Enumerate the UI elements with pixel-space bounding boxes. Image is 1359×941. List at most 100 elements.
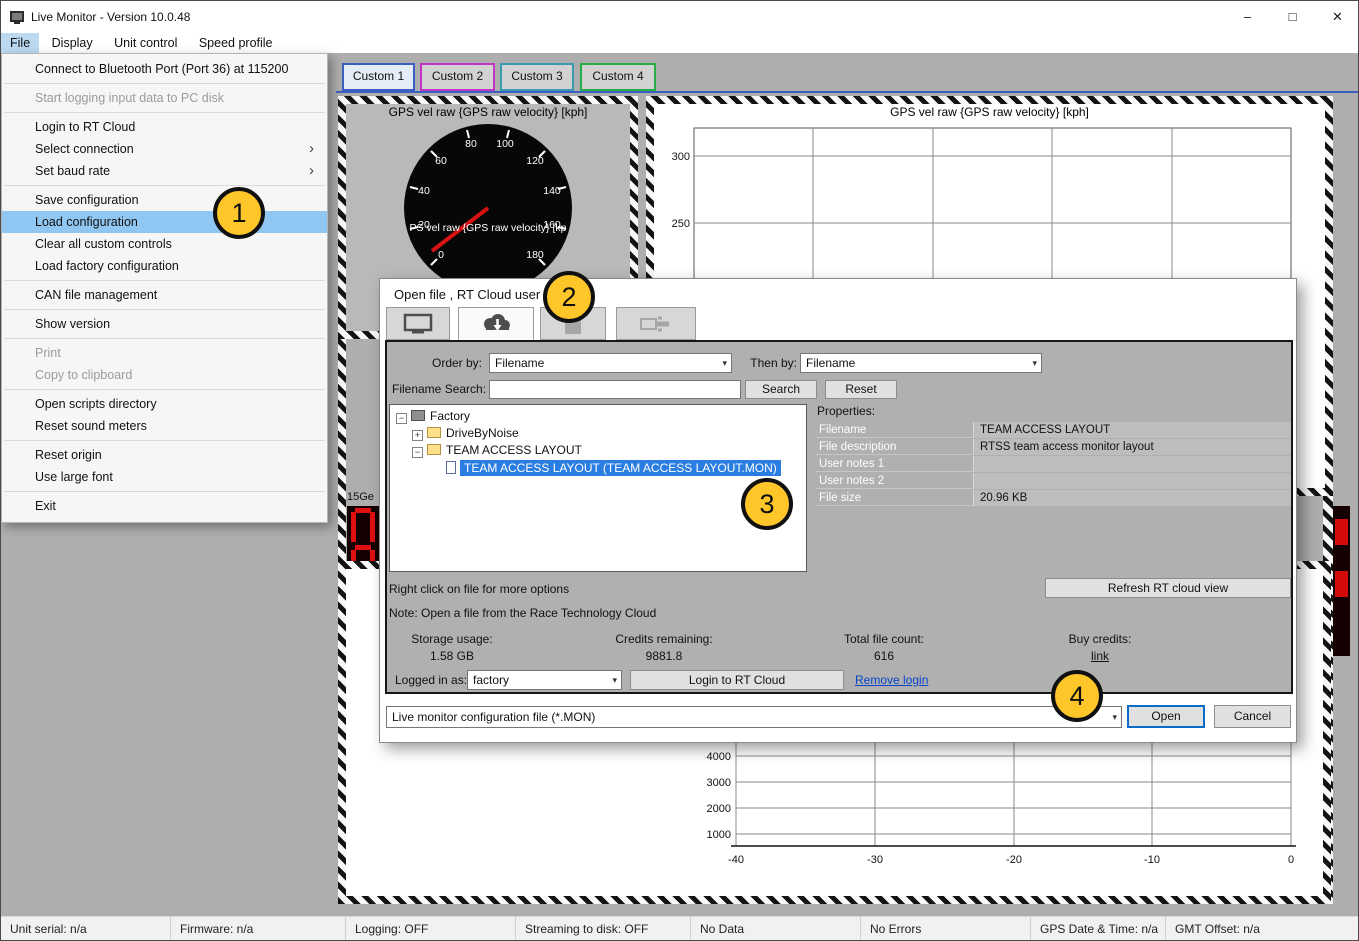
logged-in-select[interactable]: factory ▾	[467, 670, 622, 690]
status-logging: Logging: OFF	[346, 917, 516, 941]
submenu-arrow-icon: ›	[309, 160, 314, 182]
credits-remaining-value: 9881.8	[599, 649, 729, 663]
filename-search-input[interactable]	[489, 380, 741, 399]
monitor-icon	[403, 312, 433, 336]
menu-separator	[4, 83, 325, 84]
menu-item-clear-custom-controls[interactable]: Clear all custom controls	[2, 233, 327, 255]
tab-custom-1[interactable]: Custom 1	[342, 63, 415, 91]
right-click-hint: Right click on file for more options	[389, 582, 569, 596]
gauge-overlay-label: PS vel raw {GPS raw velocity} [kp	[410, 222, 567, 234]
y-axis-tick: 4000	[707, 751, 731, 763]
filetype-select[interactable]: Live monitor configuration file (*.MON)▾	[386, 706, 1122, 728]
source-tab-usb[interactable]	[616, 307, 696, 340]
property-label: User notes 2	[819, 473, 884, 489]
tab-custom-3[interactable]: Custom 3	[500, 63, 574, 91]
tab-custom-2[interactable]: Custom 2	[420, 63, 495, 91]
menu-item-reset-sound-meters[interactable]: Reset sound meters	[2, 415, 327, 437]
menu-item-can-file-management[interactable]: CAN file management	[2, 284, 327, 306]
menu-separator	[4, 112, 325, 113]
gauge-tick-label: 80	[465, 138, 477, 150]
menu-unit-control[interactable]: Unit control	[105, 33, 186, 53]
file-icon	[446, 461, 456, 474]
dialog-title: Open file , RT Cloud user "fa	[394, 287, 559, 302]
tree-node-drivebynoise[interactable]: +DriveByNoise	[412, 425, 519, 442]
y-axis-tick: 1000	[707, 829, 731, 841]
y-axis-tick: 3000	[707, 777, 731, 789]
property-label: Filename	[819, 422, 866, 438]
remove-login-link[interactable]: Remove login	[855, 673, 928, 687]
order-by-select[interactable]: Filename▾	[489, 353, 732, 373]
storage-usage-label: Storage usage:	[387, 632, 517, 646]
menu-item-select-connection[interactable]: Select connection›	[2, 138, 327, 160]
storage-usage-value: 1.58 GB	[387, 649, 517, 663]
menu-file[interactable]: File	[1, 33, 39, 53]
menu-item-save-configuration[interactable]: Save configuration	[2, 189, 327, 211]
tab-custom-4[interactable]: Custom 4	[580, 63, 656, 91]
status-bar: Unit serial: n/a Firmware: n/a Logging: …	[1, 916, 1359, 941]
property-value: RTSS team access monitor layout	[973, 439, 1291, 455]
menu-item-label: Set baud rate	[35, 164, 110, 178]
x-axis-tick: 0	[1288, 854, 1294, 866]
x-axis-tick: -10	[1144, 854, 1160, 866]
property-row: File descriptionRTSS team access monitor…	[815, 439, 1291, 455]
dropdown-arrow-icon: ▾	[612, 671, 617, 689]
callout-3: 3	[741, 478, 793, 530]
menu-item-load-configuration[interactable]: Load configuration	[2, 211, 327, 233]
refresh-cloud-button[interactable]: Refresh RT cloud view	[1045, 578, 1291, 598]
cloud-download-icon	[478, 312, 514, 336]
menu-item-connect-bluetooth[interactable]: Connect to Bluetooth Port (Port 36) at 1…	[2, 58, 327, 80]
menu-item-open-scripts-directory[interactable]: Open scripts directory	[2, 393, 327, 415]
status-data: No Data	[691, 917, 861, 941]
source-tab-computer[interactable]	[386, 307, 450, 340]
drive-icon	[411, 410, 425, 421]
x-axis-tick: -30	[867, 854, 883, 866]
menu-separator	[4, 280, 325, 281]
y-axis-tick: 2000	[707, 803, 731, 815]
menu-separator	[4, 440, 325, 441]
menu-item-reset-origin[interactable]: Reset origin	[2, 444, 327, 466]
menu-item-load-factory-configuration[interactable]: Load factory configuration	[2, 255, 327, 277]
menu-separator	[4, 338, 325, 339]
tree-file-selected[interactable]: TEAM ACCESS LAYOUT (TEAM ACCESS LAYOUT.M…	[446, 460, 781, 477]
close-button[interactable]: ✕	[1315, 1, 1359, 33]
fragment-label: 15Ge	[347, 491, 374, 503]
menu-item-show-version[interactable]: Show version	[2, 313, 327, 335]
tree-node-team-access-layout[interactable]: − TEAM ACCESS LAYOUT	[412, 442, 582, 459]
credits-remaining-label: Credits remaining:	[599, 632, 729, 646]
gauge-tick-label: 40	[418, 185, 430, 197]
property-row: File size20.96 KB	[815, 490, 1291, 506]
tree-node-factory[interactable]: −Factory	[396, 408, 470, 425]
menu-speed-profile[interactable]: Speed profile	[190, 33, 282, 53]
menu-item-set-baud-rate[interactable]: Set baud rate ›	[2, 160, 327, 182]
then-by-select[interactable]: Filename▾	[800, 353, 1042, 373]
login-rt-cloud-button[interactable]: Login to RT Cloud	[630, 670, 844, 690]
expand-icon[interactable]: +	[412, 430, 423, 441]
source-tab-rt-cloud[interactable]	[458, 307, 534, 340]
properties-panel: Properties: FilenameTEAM ACCESS LAYOUT F…	[815, 404, 1291, 504]
menu-item-exit[interactable]: Exit	[2, 495, 327, 517]
dropdown-arrow-icon: ▾	[1032, 354, 1037, 372]
gauge-tick-label: 100	[496, 138, 514, 150]
tree-node-label: TEAM ACCESS LAYOUT	[446, 443, 582, 457]
collapse-icon[interactable]: −	[396, 413, 407, 424]
reset-button[interactable]: Reset	[825, 380, 897, 399]
buy-credits-link[interactable]: link	[1035, 649, 1165, 663]
menu-item-use-large-font[interactable]: Use large font	[2, 466, 327, 488]
maximize-button[interactable]: □	[1270, 1, 1315, 33]
dropdown-arrow-icon: ▾	[1112, 707, 1117, 727]
y-axis-tick: 250	[672, 218, 690, 230]
open-file-dialog: Open file , RT Cloud user "fa	[379, 278, 1297, 743]
logged-in-value: factory	[473, 673, 509, 687]
property-label: User notes 1	[819, 456, 884, 472]
collapse-icon[interactable]: −	[412, 447, 423, 458]
cancel-button[interactable]: Cancel	[1214, 705, 1291, 728]
property-row: FilenameTEAM ACCESS LAYOUT	[815, 422, 1291, 438]
folder-icon	[427, 427, 441, 438]
minimize-button[interactable]: –	[1225, 1, 1270, 33]
file-menu-dropdown: Connect to Bluetooth Port (Port 36) at 1…	[1, 53, 328, 523]
open-button[interactable]: Open	[1127, 705, 1205, 728]
menu-item-login-rt-cloud[interactable]: Login to RT Cloud	[2, 116, 327, 138]
menu-display[interactable]: Display	[43, 33, 102, 53]
search-button[interactable]: Search	[745, 380, 817, 399]
menu-item-print: Print	[2, 342, 327, 364]
